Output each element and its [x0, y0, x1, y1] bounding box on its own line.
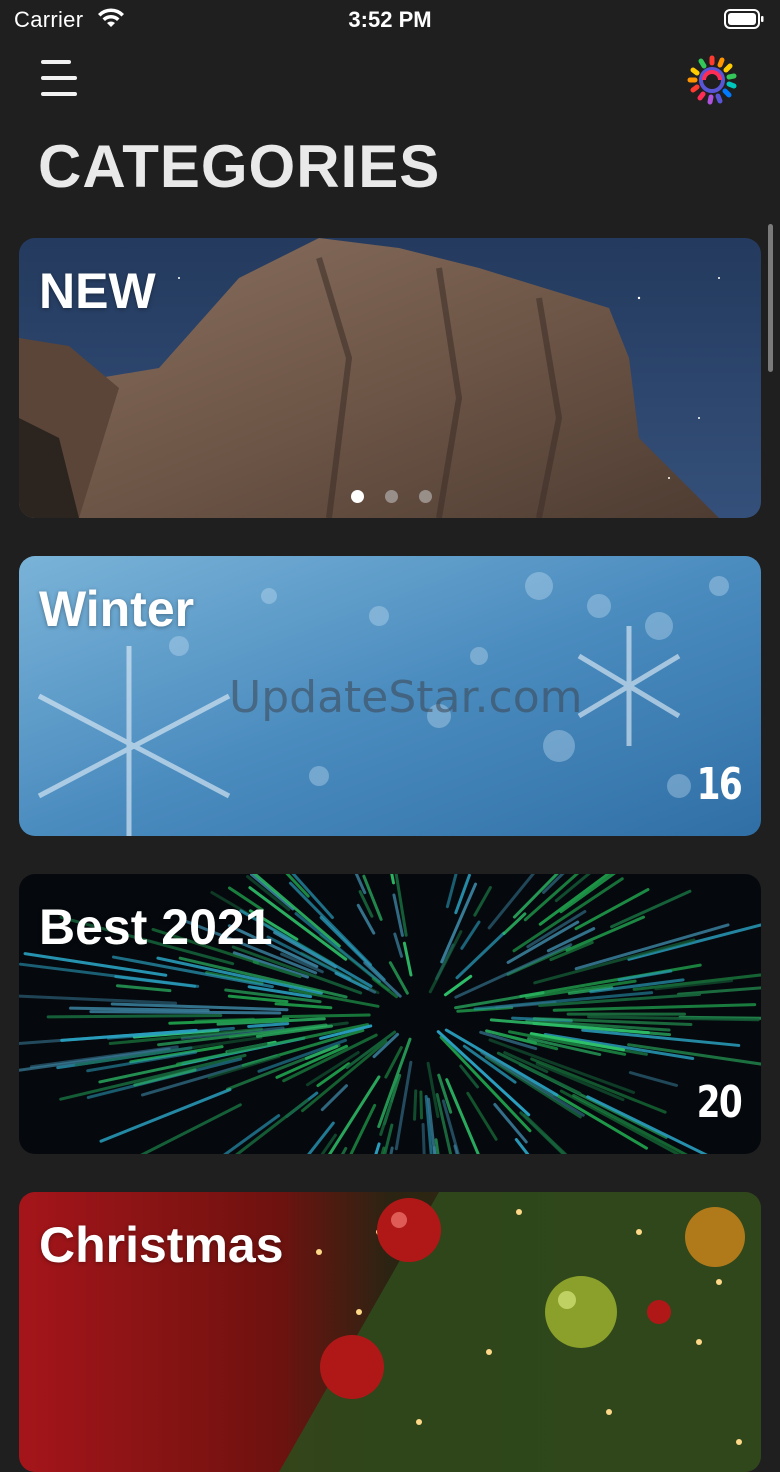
- category-card-best-2021[interactable]: Best 2021 20: [19, 874, 761, 1154]
- page-dot[interactable]: [419, 490, 432, 503]
- category-card-christmas[interactable]: Christmas: [19, 1192, 761, 1472]
- menu-button[interactable]: [38, 58, 82, 98]
- category-title: Best 2021: [39, 898, 273, 956]
- clock: 3:52 PM: [0, 7, 780, 33]
- page-title: CATEGORIES: [38, 132, 440, 201]
- battery-icon: [724, 9, 764, 29]
- hamburger-menu-icon: [41, 76, 77, 80]
- hamburger-menu-icon: [41, 60, 71, 64]
- category-title: NEW: [39, 262, 156, 320]
- watermark-text: UpdateStar.com: [229, 672, 583, 723]
- page-dot[interactable]: [385, 490, 398, 503]
- status-bar: Carrier 3:52 PM: [0, 0, 780, 42]
- page-dot[interactable]: [351, 490, 364, 503]
- category-count: 20: [696, 1077, 741, 1128]
- scrollbar[interactable]: [768, 224, 773, 372]
- category-title: Christmas: [39, 1216, 284, 1274]
- rainbow-aperture-logo-icon[interactable]: [684, 52, 740, 108]
- carousel-page-indicator[interactable]: [349, 490, 439, 506]
- hamburger-menu-icon: [41, 92, 77, 96]
- category-card-new[interactable]: NEW: [19, 238, 761, 518]
- category-card-winter[interactable]: UpdateStar.com Winter 16: [19, 556, 761, 836]
- category-title: Winter: [39, 580, 194, 638]
- category-count: 16: [696, 759, 741, 810]
